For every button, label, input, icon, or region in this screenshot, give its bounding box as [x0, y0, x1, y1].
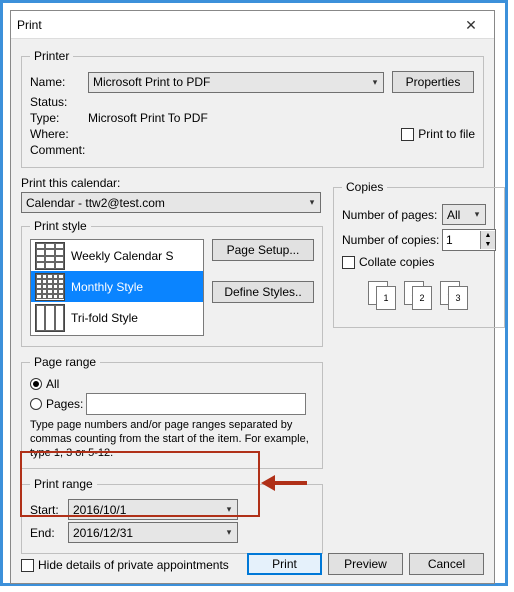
page-range-pages-radio[interactable]	[30, 398, 42, 410]
hide-details-label: Hide details of private appointments	[38, 558, 229, 572]
name-label: Name:	[30, 75, 88, 89]
chevron-down-icon: ▾	[306, 197, 318, 208]
end-label: End:	[30, 526, 68, 540]
printer-legend: Printer	[30, 49, 73, 63]
printer-name-select[interactable]: Microsoft Print to PDF ▾	[88, 72, 384, 93]
collate-checkbox[interactable]	[342, 256, 355, 269]
cancel-button[interactable]: Cancel	[409, 553, 484, 575]
status-label: Status:	[30, 95, 88, 109]
weekly-icon	[35, 242, 65, 270]
close-icon[interactable]: ✕	[454, 15, 488, 35]
window-title: Print	[17, 18, 454, 32]
collate-illustration: 1 1 2 2 3 3	[342, 281, 496, 311]
printer-group: Printer Name: Microsoft Print to PDF ▾ P…	[21, 49, 484, 168]
num-copies-label: Number of copies:	[342, 233, 442, 247]
print-dialog: Print ✕ Printer Name: Microsoft Print to…	[10, 10, 495, 584]
page-range-group: Page range All Pages: Type page numbers …	[21, 355, 323, 469]
style-item-monthly[interactable]: Monthly Style	[31, 271, 203, 302]
calendar-select[interactable]: Calendar - ttw2@test.com ▾	[21, 192, 321, 213]
num-copies-spinner[interactable]: 1 ▲▼	[442, 229, 496, 251]
trifold-icon	[35, 304, 65, 332]
monthly-icon	[35, 273, 65, 301]
type-label: Type:	[30, 111, 88, 125]
print-style-list[interactable]: Weekly Calendar S	[30, 239, 204, 336]
print-to-file-checkbox[interactable]	[401, 128, 414, 141]
end-date-value: 2016/12/31	[73, 526, 133, 540]
num-pages-label: Number of pages:	[342, 208, 442, 222]
preview-button[interactable]: Preview	[328, 553, 403, 575]
copies-group: Copies Number of pages: All ▾ Number of …	[333, 180, 505, 328]
spinner-arrows-icon[interactable]: ▲▼	[480, 231, 495, 249]
where-label: Where:	[30, 127, 88, 141]
start-date-value: 2016/10/1	[73, 503, 126, 517]
type-value: Microsoft Print To PDF	[88, 111, 208, 125]
style-item-trifold[interactable]: Tri-fold Style	[31, 302, 203, 333]
chevron-down-icon: ▾	[223, 504, 235, 515]
page-range-all-radio[interactable]	[30, 378, 42, 390]
end-date-select[interactable]: 2016/12/31 ▾	[68, 522, 238, 543]
chevron-down-icon: ▾	[369, 77, 381, 88]
pages-input[interactable]	[86, 393, 306, 415]
collate-label: Collate copies	[359, 255, 434, 269]
print-range-group: Print range Start: 2016/10/1 ▾ End: 2016	[21, 477, 323, 554]
hide-details-checkbox[interactable]	[21, 559, 34, 572]
footer-buttons: Print Preview Cancel	[247, 553, 484, 575]
page-setup-button[interactable]: Page Setup...	[212, 239, 314, 261]
style-item-weekly[interactable]: Weekly Calendar S	[31, 240, 203, 271]
comment-label: Comment:	[30, 143, 98, 157]
copies-legend: Copies	[342, 180, 387, 194]
page-range-legend: Page range	[30, 355, 100, 369]
printer-name-value: Microsoft Print to PDF	[93, 75, 210, 89]
print-this-calendar-label: Print this calendar:	[21, 176, 323, 190]
print-style-legend: Print style	[30, 219, 91, 233]
page-range-all-label: All	[46, 377, 59, 391]
print-to-file-label: Print to file	[418, 127, 475, 141]
num-pages-select[interactable]: All ▾	[442, 204, 486, 225]
properties-button[interactable]: Properties	[392, 71, 474, 93]
page-range-pages-label: Pages:	[46, 397, 86, 411]
start-date-select[interactable]: 2016/10/1 ▾	[68, 499, 238, 520]
calendar-selected: Calendar - ttw2@test.com	[26, 196, 165, 210]
chevron-down-icon: ▾	[471, 209, 483, 220]
print-range-legend: Print range	[30, 477, 97, 491]
print-style-group: Print style Weekly Calendar S	[21, 219, 323, 347]
define-styles-button[interactable]: Define Styles..	[212, 281, 314, 303]
page-range-hint: Type page numbers and/or page ranges sep…	[30, 419, 314, 460]
titlebar: Print ✕	[11, 11, 494, 39]
start-label: Start:	[30, 503, 68, 517]
print-button[interactable]: Print	[247, 553, 322, 575]
chevron-down-icon: ▾	[223, 527, 235, 538]
